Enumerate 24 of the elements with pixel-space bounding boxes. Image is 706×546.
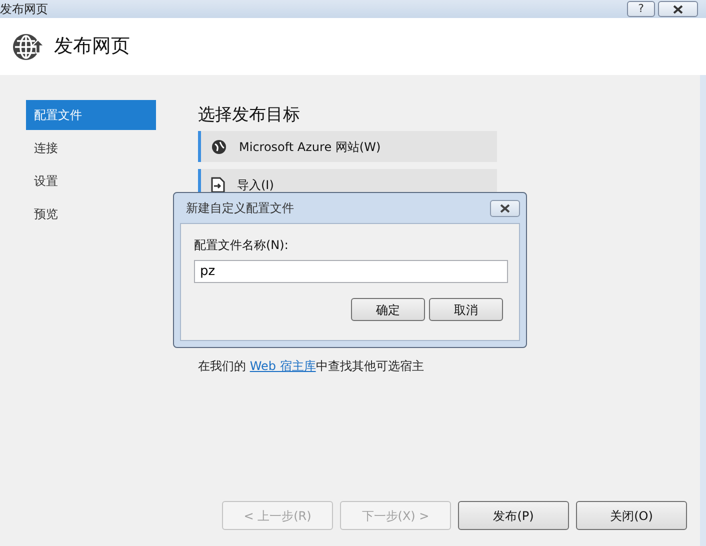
sidebar-item[interactable]: 设置 — [26, 166, 156, 196]
page-title: 发布网页 — [54, 34, 130, 60]
ok-button[interactable]: 确定 — [351, 298, 425, 321]
help-button[interactable]: ? — [627, 1, 655, 17]
close-button[interactable] — [490, 200, 520, 216]
close-icon — [673, 4, 683, 14]
window-title: 发布网页 — [0, 3, 48, 15]
field-label: 配置文件名称(N): — [194, 237, 290, 254]
wizard-button[interactable]: 发布(P) — [458, 501, 569, 530]
globe-icon — [211, 138, 227, 155]
section-heading: 选择发布目标 — [198, 105, 301, 126]
wizard-button[interactable]: 关闭(O) — [576, 501, 687, 530]
cancel-button[interactable]: 取消 — [429, 298, 503, 321]
hosting-link[interactable]: Web 宿主库 — [250, 359, 316, 374]
close-button[interactable] — [658, 1, 698, 17]
sidebar-item[interactable]: 预览 — [26, 199, 156, 229]
close-icon — [499, 204, 511, 212]
hosting-hint-text: 在我们的 Web 宿主库中查找其他可选宿主 — [198, 358, 425, 376]
sidebar-item[interactable]: 配置文件 — [26, 100, 156, 130]
document-import-icon — [211, 176, 225, 193]
dialog-title: 新建自定义配置文件 — [186, 200, 294, 217]
sidebar-item[interactable]: 连接 — [26, 133, 156, 163]
publish-target[interactable]: Microsoft Azure 网站(W) — [198, 131, 497, 162]
profile-name-field[interactable]: pz — [194, 260, 508, 283]
